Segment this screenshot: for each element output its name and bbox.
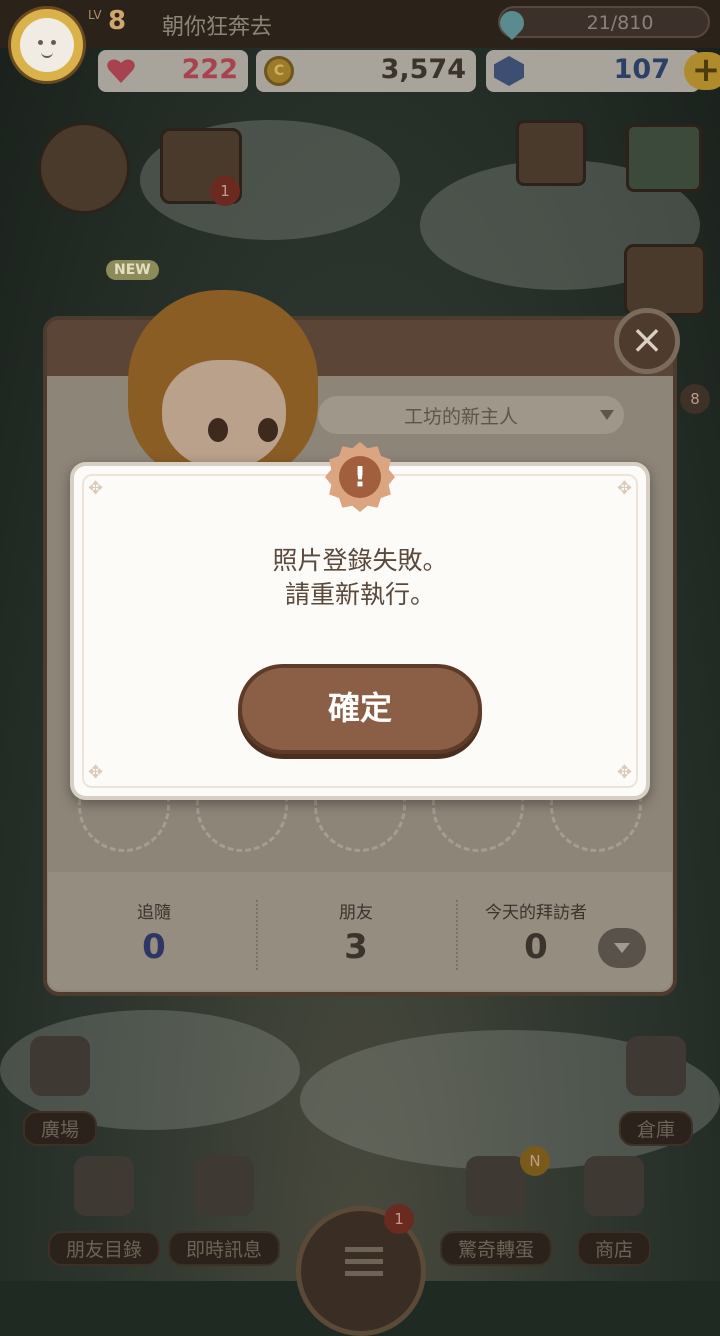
corner-ornament-icon: ✥ <box>616 762 632 783</box>
avatar-mouth <box>41 50 53 58</box>
coins-counter[interactable]: C 3,574 <box>256 50 476 92</box>
new-badge: NEW <box>106 260 159 280</box>
heart-icon <box>106 56 136 86</box>
right-badge: 8 <box>680 384 710 414</box>
energy-value: 21/810 <box>586 12 654 34</box>
avatar-face <box>20 18 74 72</box>
nav-friends[interactable]: 朋友目錄 <box>44 1150 164 1266</box>
decor-box-icon[interactable] <box>516 120 586 186</box>
player-title: 工坊的新主人 <box>403 406 518 428</box>
coin-icon: C <box>264 56 294 86</box>
gems-value: 107 <box>613 54 670 85</box>
upgrade-icon[interactable] <box>38 122 130 214</box>
message-icon <box>194 1156 254 1216</box>
stat-value: 3 <box>344 927 368 967</box>
hearts-value: 222 <box>181 54 238 85</box>
photo-slots <box>78 796 644 852</box>
nav-friends-label: 朋友目錄 <box>47 1231 161 1266</box>
photo-slot[interactable] <box>432 796 524 852</box>
stat-label: 追隨 <box>137 903 171 923</box>
player-avatar[interactable] <box>8 6 86 84</box>
corner-ornament-icon: ✥ <box>88 478 104 499</box>
chevron-down-icon <box>600 410 614 420</box>
stat-label: 朋友 <box>339 903 373 923</box>
shop-icon <box>584 1156 644 1216</box>
close-button[interactable]: × <box>614 308 680 374</box>
nav-plaza-label: 廣場 <box>22 1111 98 1146</box>
gem-icon <box>494 56 524 86</box>
nav-warehouse-label: 倉庫 <box>618 1111 694 1146</box>
corner-ornament-icon: ✥ <box>616 478 632 499</box>
character-eye <box>208 418 228 442</box>
notes-icon[interactable] <box>624 244 706 316</box>
nav-messages-label: 即時訊息 <box>167 1231 281 1266</box>
gacha-icon <box>466 1156 526 1216</box>
avatar-eye <box>38 40 43 45</box>
avatar-eye <box>51 40 56 45</box>
nav-plaza[interactable]: 廣場 <box>0 1030 120 1146</box>
gacha-badge: N <box>520 1146 550 1176</box>
dialog-message: 照片登錄失敗。 請重新執行。 <box>70 544 650 612</box>
nav-messages[interactable]: 即時訊息 <box>164 1150 284 1266</box>
hearts-counter[interactable]: 222 <box>98 50 248 92</box>
nav-shop[interactable]: 商店 <box>554 1150 674 1266</box>
visitors-dropdown-button[interactable] <box>598 928 646 968</box>
stat-friends[interactable]: 朋友 3 <box>256 872 456 967</box>
corner-ornament-icon: ✥ <box>88 762 104 783</box>
nav-warehouse[interactable]: 倉庫 <box>596 1030 716 1146</box>
photo-slot[interactable] <box>550 796 642 852</box>
confirm-button[interactable]: 確定 <box>238 664 482 754</box>
photo-slot[interactable] <box>314 796 406 852</box>
menu-badge: 1 <box>384 1204 414 1234</box>
level-label: LV <box>88 8 102 22</box>
chevron-down-icon <box>614 943 630 953</box>
plaza-icon <box>30 1036 90 1096</box>
stat-value: 0 <box>142 927 166 967</box>
character-eye <box>258 418 278 442</box>
confirm-button-label: 確定 <box>327 689 392 727</box>
photo-slot[interactable] <box>78 796 170 852</box>
furniture-box-icon[interactable] <box>626 124 702 192</box>
nav-gacha-label: 驚奇轉蛋 <box>439 1231 553 1266</box>
gems-counter[interactable]: 107 <box>486 50 700 92</box>
player-name: 朝你狂奔去 <box>162 15 273 40</box>
character-face <box>162 360 286 470</box>
calendar-badge: 1 <box>210 176 240 206</box>
title-selector[interactable]: 工坊的新主人 <box>318 396 624 434</box>
stat-label: 今天的拜訪者 <box>485 903 587 923</box>
dialog-message-line: 照片登錄失敗。 <box>272 546 448 575</box>
level-value: 8 <box>108 6 127 36</box>
coins-value: 3,574 <box>380 54 466 85</box>
nav-shop-label: 商店 <box>576 1231 652 1266</box>
energy-bar[interactable]: 21/810 <box>495 6 710 40</box>
menu-icon <box>345 1247 383 1252</box>
dialog-message-line: 請重新執行。 <box>284 580 435 609</box>
friend-book-icon <box>74 1156 134 1216</box>
profile-stats: 追隨 0 朋友 3 今天的拜訪者 0 <box>48 872 672 990</box>
photo-slot[interactable] <box>196 796 288 852</box>
exclamation-icon: ! <box>339 456 381 498</box>
warning-icon: ! <box>325 442 395 512</box>
add-gems-button[interactable]: + <box>684 52 720 90</box>
stat-followers[interactable]: 追隨 0 <box>54 872 254 967</box>
warehouse-icon <box>626 1036 686 1096</box>
